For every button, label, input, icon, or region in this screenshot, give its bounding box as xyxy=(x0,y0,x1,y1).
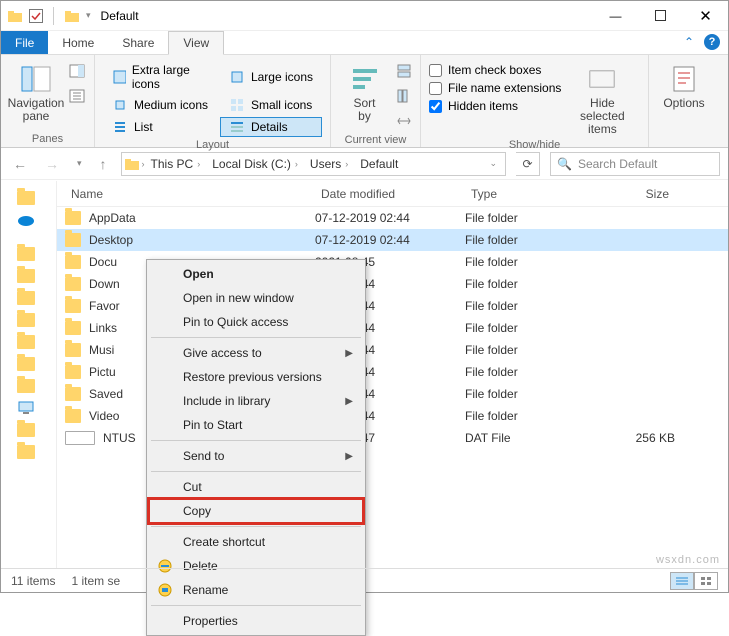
up-button[interactable]: ↑ xyxy=(96,156,111,172)
folder-icon xyxy=(7,8,23,24)
hidden-items-toggle[interactable]: Hidden items xyxy=(429,99,561,113)
close-button[interactable]: ✕ xyxy=(683,1,728,31)
collapse-ribbon-icon[interactable]: ⌃ xyxy=(684,35,694,49)
size-columns-icon[interactable] xyxy=(396,113,412,132)
folder-icon xyxy=(65,343,81,357)
folder-icon xyxy=(17,445,35,459)
minimize-button[interactable]: ― xyxy=(593,1,638,31)
qat-checkbox-icon[interactable] xyxy=(29,9,43,23)
navigation-pane-button[interactable]: Navigation pane xyxy=(9,57,63,123)
ctx-restore-versions[interactable]: Restore previous versions xyxy=(149,365,363,389)
folder-icon xyxy=(65,321,81,335)
search-box[interactable]: 🔍 Search Default xyxy=(550,152,720,176)
ribbon-tabs: File Home Share View ⌃ ? xyxy=(1,31,728,55)
ctx-open[interactable]: Open xyxy=(149,262,363,286)
status-item-count: 11 items xyxy=(11,574,55,588)
folder-icon xyxy=(65,277,81,291)
ctx-properties[interactable]: Properties xyxy=(149,609,363,633)
folder-icon xyxy=(17,379,35,393)
table-row[interactable]: Desktop07-12-2019 02:44File folder xyxy=(57,229,728,251)
ctx-send-to[interactable]: Send to▶ xyxy=(149,444,363,468)
ctx-pin-start[interactable]: Pin to Start xyxy=(149,413,363,437)
folder-icon xyxy=(17,313,35,327)
layout-small[interactable]: Small icons xyxy=(220,95,322,115)
file-icon xyxy=(65,431,95,445)
breadcrumb-seg[interactable]: This PC› xyxy=(145,157,207,171)
add-columns-icon[interactable] xyxy=(396,88,412,107)
home-tab[interactable]: Home xyxy=(48,31,108,54)
status-bar: 11 items 1 item se xyxy=(1,568,728,592)
help-icon[interactable]: ? xyxy=(704,34,720,50)
layout-list[interactable]: List xyxy=(103,117,218,137)
file-extensions-toggle[interactable]: File name extensions xyxy=(429,81,561,95)
qat-dropdown-icon[interactable]: ▾ xyxy=(86,10,91,21)
folder-icon xyxy=(17,191,35,205)
breadcrumb-seg[interactable]: Local Disk (C:)› xyxy=(206,157,304,171)
folder-icon xyxy=(65,365,81,379)
layout-medium[interactable]: Medium icons xyxy=(103,95,218,115)
ctx-open-new-window[interactable]: Open in new window xyxy=(149,286,363,310)
recent-locations-button[interactable]: ▾ xyxy=(73,158,86,169)
options-button[interactable]: Options xyxy=(657,57,711,110)
group-by-icon[interactable] xyxy=(396,63,412,82)
thumbnails-view-button[interactable] xyxy=(694,572,718,590)
maximize-button[interactable] xyxy=(638,1,683,31)
item-checkboxes-toggle[interactable]: Item check boxes xyxy=(429,63,561,77)
folder-icon xyxy=(17,357,35,371)
status-selected-count: 1 item se xyxy=(71,574,120,588)
title-bar: ▾ Default ― ✕ xyxy=(1,1,728,31)
ctx-cut[interactable]: Cut xyxy=(149,475,363,499)
back-button[interactable]: ← xyxy=(9,156,31,172)
preview-pane-icon[interactable] xyxy=(69,63,85,82)
layout-large[interactable]: Large icons xyxy=(220,61,322,93)
window-title: Default xyxy=(97,9,139,23)
folder-icon xyxy=(17,335,35,349)
folder-icon xyxy=(17,423,35,437)
folder-icon xyxy=(17,291,35,305)
search-icon: 🔍 xyxy=(557,157,572,171)
layout-details[interactable]: Details xyxy=(220,117,322,137)
hide-selected-button[interactable]: Hide selected items xyxy=(567,57,637,137)
ctx-give-access[interactable]: Give access to▶ xyxy=(149,341,363,365)
showhide-group-label: Show/hide xyxy=(429,137,640,153)
details-view-button[interactable] xyxy=(670,572,694,590)
breadcrumb-seg[interactable]: Default xyxy=(354,157,404,171)
column-headers[interactable]: Name Date modified Type Size xyxy=(57,181,728,207)
forward-button[interactable]: → xyxy=(41,156,63,172)
breadcrumb-dropdown-icon[interactable]: ⌄ xyxy=(481,158,505,169)
folder-icon xyxy=(65,255,81,269)
layout-gallery[interactable]: Extra large icons Large icons Medium ico… xyxy=(103,57,322,137)
navigation-pane[interactable] xyxy=(1,181,57,568)
details-pane-icon[interactable] xyxy=(69,88,85,107)
table-row[interactable]: AppData07-12-2019 02:44File folder xyxy=(57,207,728,229)
folder-icon xyxy=(65,299,81,313)
current-view-label: Current view xyxy=(339,132,412,148)
folder-icon xyxy=(65,409,81,423)
layout-extra-large[interactable]: Extra large icons xyxy=(103,61,218,93)
this-pc-icon xyxy=(17,400,35,416)
sort-by-button[interactable]: Sort by xyxy=(339,57,390,123)
panes-group-label: Panes xyxy=(9,131,86,147)
share-tab[interactable]: Share xyxy=(108,31,168,54)
folder-icon xyxy=(17,269,35,283)
ctx-include-library[interactable]: Include in library▶ xyxy=(149,389,363,413)
breadcrumb[interactable]: › This PC› Local Disk (C:)› Users› Defau… xyxy=(121,152,506,176)
ctx-copy[interactable]: Copy xyxy=(149,499,363,523)
folder-icon xyxy=(65,233,81,247)
folder-icon xyxy=(65,211,81,225)
ctx-create-shortcut[interactable]: Create shortcut xyxy=(149,530,363,554)
onedrive-icon xyxy=(17,213,35,227)
qat-folder-icon[interactable] xyxy=(64,8,80,24)
ribbon: Navigation pane Panes Extra large icons … xyxy=(1,55,728,148)
view-tab[interactable]: View xyxy=(168,31,224,55)
refresh-button[interactable]: ⟳ xyxy=(516,152,540,176)
folder-icon xyxy=(17,247,35,261)
watermark: wsxdn.com xyxy=(656,554,720,566)
breadcrumb-seg[interactable]: Users› xyxy=(304,157,354,171)
folder-icon xyxy=(65,387,81,401)
file-tab[interactable]: File xyxy=(1,31,48,54)
ctx-pin-quick-access[interactable]: Pin to Quick access xyxy=(149,310,363,334)
